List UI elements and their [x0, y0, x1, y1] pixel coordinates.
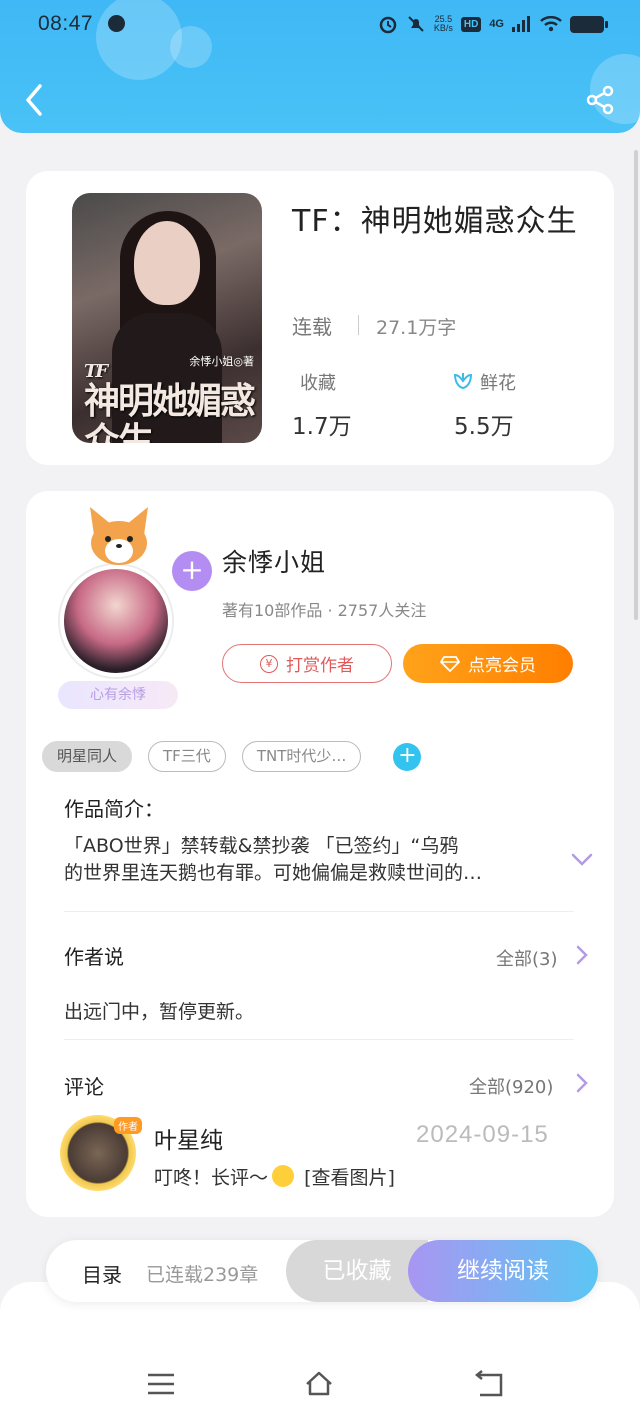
- book-title: TF：神明她媚惑众生: [292, 204, 578, 239]
- wifi-icon: [540, 16, 562, 32]
- comment-text-body: 叮咚！长评～: [154, 1167, 269, 1189]
- divider: [64, 1039, 574, 1040]
- book-status: 连载: [292, 315, 332, 339]
- tip-author-label: 打赏作者: [286, 656, 354, 676]
- status-icons: 25.5 KB/s HD 4G: [378, 14, 608, 34]
- menu-icon[interactable]: [146, 1370, 176, 1398]
- network-speed: 25.5 KB/s: [434, 15, 453, 33]
- vip-label: 点亮会员: [468, 656, 536, 676]
- mute-icon: [408, 16, 424, 32]
- author-say-text: 出远门中，暂停更新。: [64, 1001, 255, 1023]
- add-tag-icon[interactable]: +: [393, 742, 422, 771]
- book-word-count: 27.1万字: [376, 317, 457, 339]
- bottom-action-bar: 目录 已连载239章 已收藏 继续阅读: [46, 1240, 598, 1302]
- collect-label: 收藏: [300, 373, 336, 394]
- intro-label: 作品简介：: [64, 797, 164, 821]
- home-icon[interactable]: [304, 1370, 334, 1398]
- comment-text[interactable]: 叮咚！长评～ [查看图片]: [154, 1163, 395, 1190]
- vip-button[interactable]: 点亮会员: [403, 644, 573, 683]
- alarm-icon: [379, 16, 397, 34]
- chevron-down-icon[interactable]: [571, 853, 593, 867]
- comments-label: 评论: [64, 1075, 104, 1099]
- author-badge: 作者: [114, 1117, 142, 1134]
- divider: [64, 911, 574, 912]
- follow-plus-button[interactable]: +: [172, 551, 212, 591]
- network-type: 4G: [489, 18, 504, 30]
- chevron-right-icon[interactable]: [576, 945, 588, 965]
- book-info-card: 余悸小姐◎著 TF 神明她媚惑众生 TF：神明她媚惑众生 连载 27.1万字 收…: [26, 171, 614, 465]
- divider: [358, 315, 359, 335]
- flower-value: 5.5万: [454, 414, 514, 440]
- commenter-name[interactable]: 叶星纯: [154, 1121, 223, 1155]
- view-image-link[interactable]: [查看图片]: [304, 1167, 395, 1189]
- hd-badge: HD: [460, 16, 482, 32]
- continue-reading-button[interactable]: 继续阅读: [408, 1240, 598, 1302]
- scrollbar[interactable]: [634, 150, 638, 620]
- author-name[interactable]: 余悸小姐: [222, 543, 326, 579]
- yen-icon: ¥: [260, 654, 278, 673]
- speed-unit: KB/s: [433, 23, 453, 33]
- cover-prefix: TF: [84, 361, 108, 382]
- cover-title-text: 神明她媚惑众生: [84, 380, 256, 443]
- author-meta: 著有10部作品 · 2757人关注: [222, 601, 427, 620]
- toc-button[interactable]: 目录: [82, 1259, 122, 1288]
- collect-value: 1.7万: [292, 414, 352, 440]
- back-icon[interactable]: [22, 82, 50, 118]
- tag-item[interactable]: 明星同人: [42, 741, 133, 772]
- tag-list: 明星同人 TF三代 TNT时代少… +: [42, 741, 422, 772]
- comment-date: 2024-09-15: [416, 1121, 549, 1148]
- tip-author-button[interactable]: ¥ 打赏作者: [222, 644, 392, 683]
- flower-label: 鲜花: [480, 373, 516, 394]
- collected-button[interactable]: 已收藏: [286, 1240, 428, 1302]
- chapter-count: 已连载239章: [146, 1264, 259, 1286]
- author-card: + 心有余悸 余悸小姐 著有10部作品 · 2757人关注 ¥ 打赏作者 点亮会…: [26, 491, 614, 1217]
- cover-art: [134, 221, 200, 305]
- signal-icon: [512, 16, 530, 32]
- book-cover[interactable]: 余悸小姐◎著 TF 神明她媚惑众生: [72, 193, 262, 443]
- tag-item[interactable]: TNT时代少…: [241, 741, 362, 772]
- avatar-pendant-label: 心有余悸: [58, 681, 178, 709]
- smile-emoji-icon: [272, 1165, 295, 1187]
- back-nav-icon[interactable]: [474, 1370, 504, 1398]
- cover-title: TF 神明她媚惑众生: [84, 361, 256, 444]
- chevron-right-icon[interactable]: [576, 1073, 588, 1093]
- tag-item[interactable]: TF三代: [148, 741, 226, 772]
- author-say-all-link[interactable]: 全部(3): [496, 945, 558, 971]
- corgi-pendant-icon: [90, 507, 148, 565]
- flower-icon: [453, 373, 473, 390]
- header: 08:47 25.5 KB/s HD 4G: [0, 0, 640, 133]
- diamond-icon: [440, 655, 460, 672]
- status-time: 08:47: [38, 12, 94, 35]
- author-avatar[interactable]: + 心有余悸: [56, 505, 216, 715]
- intro-text[interactable]: 「ABO世界」禁转载&禁抄袭 「已签约」“乌鸦 的世界里连天鹅也有罪。可她偏偏是…: [64, 833, 554, 887]
- comments-all-link[interactable]: 全部(920): [469, 1073, 553, 1099]
- battery-icon: [570, 15, 608, 33]
- author-say-label: 作者说: [64, 945, 124, 969]
- status-bar: 08:47 25.5 KB/s HD 4G: [0, 0, 640, 52]
- share-icon[interactable]: [584, 84, 616, 116]
- avatar: [60, 565, 172, 677]
- intro-line: 「ABO世界」禁转载&禁抄袭 「已签约」“乌鸦: [64, 835, 459, 857]
- intro-line: 的世界里连天鹅也有罪。可她偏偏是救赎世间的…: [64, 862, 483, 884]
- globe-icon: [108, 15, 125, 32]
- system-nav-area: [0, 1282, 640, 1422]
